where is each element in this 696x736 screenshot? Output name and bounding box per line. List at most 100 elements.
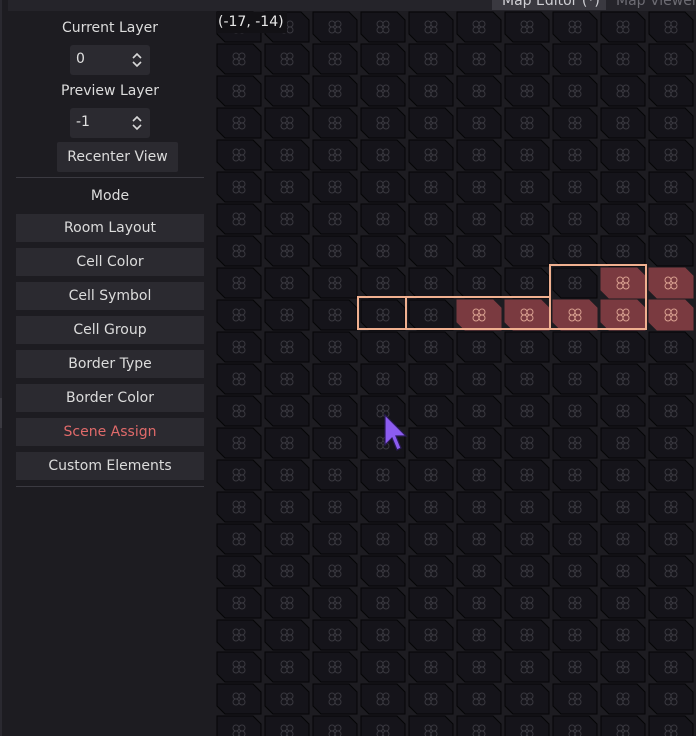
map-cell[interactable] (600, 139, 646, 171)
map-cell[interactable] (408, 427, 454, 459)
map-cell[interactable] (456, 203, 502, 235)
map-cell[interactable] (408, 75, 454, 107)
map-cell[interactable] (552, 395, 598, 427)
map-cell[interactable] (408, 555, 454, 587)
map-cell[interactable] (552, 491, 598, 523)
map-cell[interactable] (648, 555, 694, 587)
current-layer-value[interactable]: 0 (76, 51, 85, 67)
mode-cell-symbol-button[interactable]: Cell Symbol (16, 282, 204, 310)
map-cell[interactable] (312, 491, 358, 523)
map-cell[interactable] (264, 491, 310, 523)
map-cell[interactable] (264, 363, 310, 395)
map-cell[interactable] (264, 171, 310, 203)
map-cell[interactable] (360, 299, 406, 331)
map-cell[interactable] (312, 555, 358, 587)
map-cell[interactable] (312, 75, 358, 107)
map-cell[interactable] (552, 587, 598, 619)
map-cell[interactable] (360, 75, 406, 107)
map-cell[interactable] (312, 363, 358, 395)
map-cell[interactable] (264, 107, 310, 139)
map-cell[interactable] (216, 683, 262, 715)
map-cell[interactable] (408, 299, 454, 331)
map-cell[interactable] (552, 619, 598, 651)
tab-map-editor[interactable]: Map Editor (*) (492, 0, 606, 10)
map-cell[interactable] (456, 331, 502, 363)
map-cell[interactable] (504, 395, 550, 427)
map-cell[interactable] (216, 75, 262, 107)
map-cell[interactable] (408, 11, 454, 43)
map-grid[interactable] (214, 11, 696, 736)
map-cell[interactable] (360, 715, 406, 736)
map-cell[interactable] (648, 363, 694, 395)
map-cell[interactable] (408, 619, 454, 651)
map-cell[interactable] (216, 523, 262, 555)
map-cell[interactable] (648, 715, 694, 736)
map-cell[interactable] (216, 395, 262, 427)
map-cell[interactable] (456, 427, 502, 459)
map-cell[interactable] (216, 363, 262, 395)
map-cell[interactable] (216, 43, 262, 75)
map-cell[interactable] (600, 459, 646, 491)
map-cell[interactable] (600, 299, 646, 331)
map-cell[interactable] (552, 43, 598, 75)
map-cell[interactable] (552, 683, 598, 715)
map-cell[interactable] (600, 203, 646, 235)
map-cell[interactable] (360, 363, 406, 395)
map-cell[interactable] (408, 43, 454, 75)
map-cell[interactable] (504, 651, 550, 683)
map-cell[interactable] (504, 11, 550, 43)
map-cell[interactable] (648, 267, 694, 299)
map-cell[interactable] (600, 555, 646, 587)
map-cell[interactable] (648, 331, 694, 363)
map-cell[interactable] (504, 427, 550, 459)
map-cell[interactable] (456, 299, 502, 331)
map-cell[interactable] (360, 683, 406, 715)
map-cell[interactable] (600, 11, 646, 43)
map-cell[interactable] (360, 171, 406, 203)
map-cell[interactable] (360, 587, 406, 619)
map-cell[interactable] (456, 363, 502, 395)
map-cell[interactable] (408, 267, 454, 299)
map-cell[interactable] (456, 619, 502, 651)
map-cell[interactable] (360, 235, 406, 267)
map-cell[interactable] (600, 363, 646, 395)
map-cell[interactable] (648, 235, 694, 267)
map-cell[interactable] (216, 331, 262, 363)
map-cell[interactable] (312, 203, 358, 235)
map-cell[interactable] (456, 491, 502, 523)
map-cell[interactable] (600, 267, 646, 299)
map-cell[interactable] (552, 427, 598, 459)
map-cell[interactable] (648, 43, 694, 75)
map-cell[interactable] (216, 235, 262, 267)
map-cell[interactable] (408, 139, 454, 171)
map-cell[interactable] (456, 651, 502, 683)
map-cell[interactable] (312, 43, 358, 75)
map-cell[interactable] (648, 139, 694, 171)
map-cell[interactable] (600, 587, 646, 619)
current-layer-spinbox[interactable]: 0 (70, 45, 150, 75)
map-cell[interactable] (648, 683, 694, 715)
map-cell[interactable] (504, 523, 550, 555)
map-cell[interactable] (312, 11, 358, 43)
map-cell[interactable] (312, 299, 358, 331)
map-cell[interactable] (456, 107, 502, 139)
map-cell[interactable] (504, 619, 550, 651)
map-cell[interactable] (456, 587, 502, 619)
map-cell[interactable] (312, 427, 358, 459)
map-cell[interactable] (216, 427, 262, 459)
map-cell[interactable] (360, 11, 406, 43)
map-cell[interactable] (456, 523, 502, 555)
map-cell[interactable] (264, 619, 310, 651)
map-cell[interactable] (312, 523, 358, 555)
map-cell[interactable] (360, 619, 406, 651)
map-cell[interactable] (312, 267, 358, 299)
map-cell[interactable] (360, 203, 406, 235)
map-cell[interactable] (408, 171, 454, 203)
map-cell[interactable] (504, 203, 550, 235)
map-cell[interactable] (552, 651, 598, 683)
map-cell[interactable] (408, 331, 454, 363)
map-cell[interactable] (312, 107, 358, 139)
mode-cell-group-button[interactable]: Cell Group (16, 316, 204, 344)
map-cell[interactable] (504, 715, 550, 736)
map-cell[interactable] (552, 331, 598, 363)
